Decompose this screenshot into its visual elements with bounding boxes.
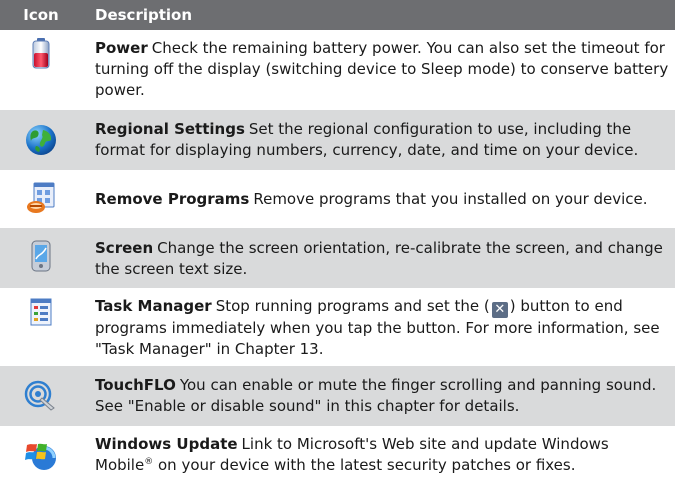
setting-name: Screen <box>95 239 154 257</box>
settings-table: Icon Description Power Check the remaini… <box>0 0 675 484</box>
battery-icon <box>32 38 50 69</box>
column-header-description: Description <box>82 0 675 30</box>
windows-update-icon <box>25 443 56 470</box>
table-row-windows-update: Windows Update Link to Microsoft's Web si… <box>0 426 675 484</box>
setting-name: TouchFLO <box>95 376 176 394</box>
setting-description: Remove programs that you installed on yo… <box>253 190 648 208</box>
table-row-touchflo: TouchFLO You can enable or mute the finge… <box>0 366 675 426</box>
touchflo-icon <box>24 380 55 411</box>
setting-name: Power <box>95 39 148 57</box>
setting-name: Remove Programs <box>95 190 250 208</box>
setting-name: Regional Settings <box>95 120 245 138</box>
setting-description-after: on your device with the latest security … <box>153 456 576 474</box>
setting-description: Check the remaining battery power. You c… <box>95 39 669 99</box>
table-row-task-manager: Task Manager Stop running programs and se… <box>0 288 675 366</box>
table-row-power: Power Check the remaining battery power. … <box>0 30 675 110</box>
column-header-icon: Icon <box>0 0 82 30</box>
task-manager-icon <box>30 298 52 326</box>
table-row-screen: Screen Change the screen orientation, re-… <box>0 228 675 288</box>
device-screen-icon <box>31 240 51 272</box>
table-row-regional-settings: Regional Settings Set the regional config… <box>0 110 675 170</box>
setting-name: Task Manager <box>95 297 212 315</box>
setting-description: Change the screen orientation, re-calibr… <box>95 239 663 278</box>
table-row-remove-programs: Remove Programs Remove programs that you … <box>0 170 675 228</box>
table-header-row: Icon Description <box>0 0 675 30</box>
registered-mark: ® <box>144 457 154 467</box>
setting-name: Windows Update <box>95 435 238 453</box>
close-button-icon: ✕ <box>491 302 508 318</box>
setting-description: You can enable or mute the finger scroll… <box>95 376 657 415</box>
remove-programs-icon <box>27 182 55 213</box>
setting-description-before: Stop running programs and set the ( <box>215 297 490 315</box>
globe-icon <box>26 125 56 155</box>
